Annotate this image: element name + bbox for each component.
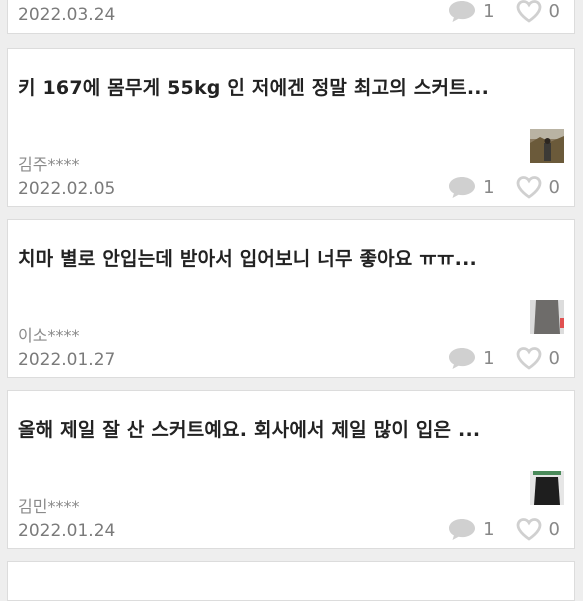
heart-outline-icon	[516, 347, 541, 370]
like-count: 0	[548, 0, 560, 22]
comment-stat[interactable]: 1	[447, 175, 514, 199]
comment-stat[interactable]: 1	[447, 0, 514, 23]
comment-stat[interactable]: 1	[447, 346, 514, 370]
like-count: 0	[548, 518, 560, 540]
review-stats: 1 0	[447, 175, 560, 199]
review-card[interactable]: 키 167에 몸무게 55kg 인 저에겐 정말 최고의 스커트... 김주**…	[7, 48, 575, 207]
like-count: 0	[548, 176, 560, 198]
review-title: 키 167에 몸무게 55kg 인 저에겐 정말 최고의 스커트...	[18, 77, 490, 99]
review-card[interactable]: 2022.03.24 1 0	[7, 0, 575, 34]
review-stats: 1 0	[447, 0, 560, 23]
heart-outline-icon	[516, 0, 541, 23]
review-card[interactable]: 치마 별로 안입는데 받아서 입어보니 너무 좋아요 ㅠㅠ... 이소**** …	[7, 219, 575, 378]
heart-outline-icon	[516, 518, 541, 541]
review-author: 이소****	[18, 326, 80, 345]
like-stat[interactable]: 0	[515, 517, 560, 541]
speech-bubble-icon	[449, 348, 476, 369]
review-photo-thumbnail[interactable]	[530, 300, 564, 334]
photo-image	[530, 300, 564, 334]
review-title: 올해 제일 잘 산 스커트예요. 회사에서 제일 많이 입은 ...	[18, 419, 481, 441]
speech-bubble-icon	[449, 1, 476, 22]
review-photo-thumbnail[interactable]	[530, 129, 564, 163]
photo-image	[530, 129, 564, 163]
review-card[interactable]: 올해 제일 잘 산 스커트예요. 회사에서 제일 많이 입은 ... 김민***…	[7, 390, 575, 549]
speech-bubble-icon	[449, 519, 476, 540]
review-date: 2022.01.24	[18, 521, 116, 541]
comment-count: 1	[483, 0, 495, 22]
like-stat[interactable]: 0	[515, 175, 560, 199]
speech-bubble-icon	[449, 177, 476, 198]
review-date: 2022.03.24	[18, 5, 116, 25]
review-title: 치마 별로 안입는데 받아서 입어보니 너무 좋아요 ㅠㅠ...	[18, 248, 477, 270]
comment-count: 1	[483, 347, 495, 369]
like-stat[interactable]: 0	[515, 0, 560, 23]
review-stats: 1 0	[447, 517, 560, 541]
comment-stat[interactable]: 1	[447, 517, 514, 541]
review-author: 김민****	[18, 497, 80, 516]
comment-count: 1	[483, 176, 495, 198]
heart-outline-icon	[516, 176, 541, 199]
review-date: 2022.01.27	[18, 350, 116, 370]
like-stat[interactable]: 0	[515, 346, 560, 370]
like-count: 0	[548, 347, 560, 369]
review-author: 김주****	[18, 155, 80, 174]
comment-count: 1	[483, 518, 495, 540]
photo-image	[530, 471, 564, 505]
review-card[interactable]	[7, 561, 575, 601]
review-stats: 1 0	[447, 346, 560, 370]
review-photo-thumbnail[interactable]	[530, 471, 564, 505]
review-date: 2022.02.05	[18, 179, 116, 199]
